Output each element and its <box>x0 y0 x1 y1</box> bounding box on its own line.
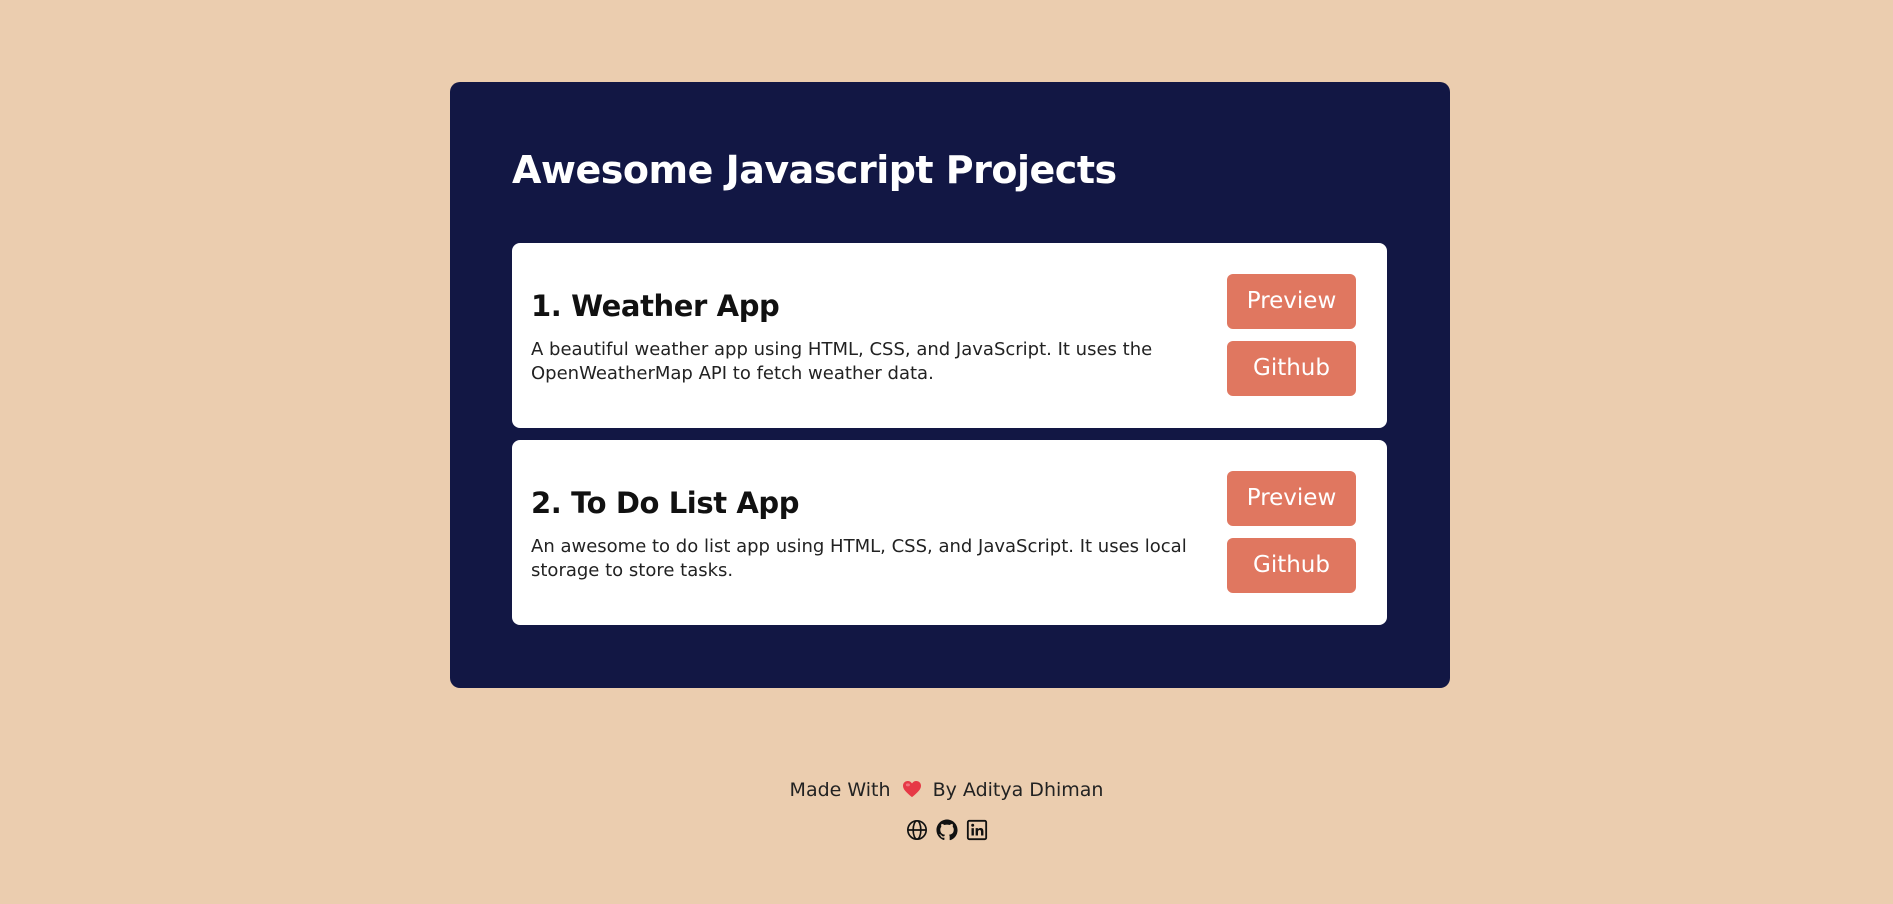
made-with-text: Made With <box>789 779 891 801</box>
github-button[interactable]: Github <box>1227 341 1356 396</box>
page-title: Awesome Javascript Projects <box>512 148 1117 192</box>
project-description: An awesome to do list app using HTML, CS… <box>531 536 1187 581</box>
project-card-weather-app: 1. Weather App A beautiful weather app u… <box>512 243 1387 428</box>
project-title: 1. Weather App <box>531 289 780 323</box>
preview-button[interactable]: Preview <box>1227 274 1356 329</box>
projects-panel: Awesome Javascript Projects 1. Weather A… <box>450 82 1450 688</box>
author-text: By Aditya Dhiman <box>932 779 1104 801</box>
project-title: 2. To Do List App <box>531 486 800 520</box>
footer-credit: Made With By Aditya Dhiman <box>0 776 1893 806</box>
heart-icon <box>902 778 922 806</box>
preview-button[interactable]: Preview <box>1227 471 1356 526</box>
globe-icon[interactable] <box>906 819 928 841</box>
github-button[interactable]: Github <box>1227 538 1356 593</box>
project-description: A beautiful weather app using HTML, CSS,… <box>531 339 1153 384</box>
project-card-to-do-list-app: 2. To Do List App An awesome to do list … <box>512 440 1387 625</box>
github-icon[interactable] <box>935 819 958 841</box>
linkedin-icon[interactable] <box>966 819 988 841</box>
social-links <box>0 819 1893 841</box>
